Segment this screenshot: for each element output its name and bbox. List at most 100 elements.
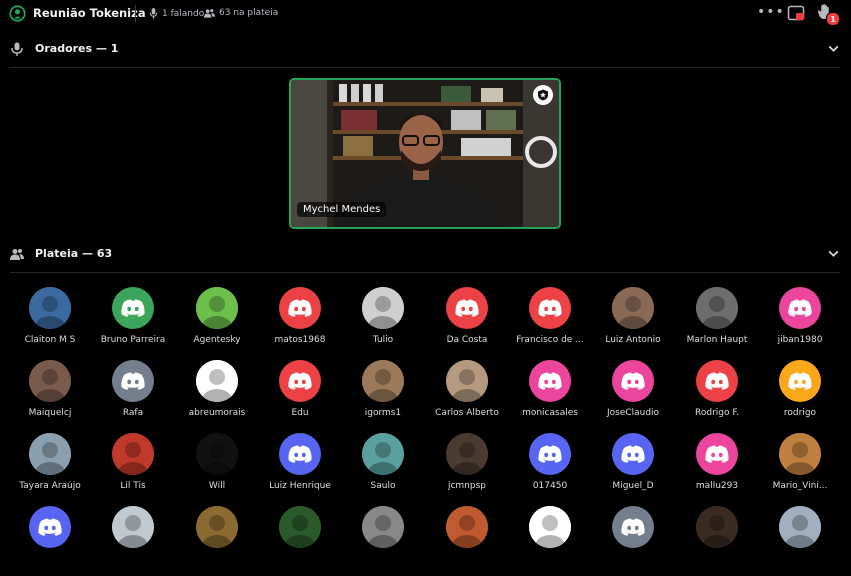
profile-photo <box>612 287 654 329</box>
avatar <box>696 360 738 402</box>
audience-member[interactable]: Marlon Haupt <box>675 287 759 357</box>
audience-member[interactable]: Agentesky <box>175 287 259 357</box>
avatar <box>529 360 571 402</box>
audience-member[interactable]: Rodrigo F. <box>675 360 759 430</box>
audience-section-header[interactable]: Plateia — 63 <box>0 244 851 264</box>
avatar <box>279 506 321 548</box>
discord-logo-icon <box>621 372 645 390</box>
avatar <box>779 360 821 402</box>
audience-member-name: Luiz Antonio <box>605 335 661 345</box>
audience-member[interactable] <box>258 506 342 576</box>
avatar <box>529 287 571 329</box>
profile-photo <box>446 433 488 475</box>
avatar <box>612 360 654 402</box>
audience-member[interactable] <box>91 506 175 576</box>
avatar <box>696 287 738 329</box>
audience-member[interactable]: Maiquelcj <box>8 360 92 430</box>
audience-member[interactable]: mallu293 <box>675 433 759 503</box>
avatar <box>279 433 321 475</box>
audience-member[interactable] <box>758 506 842 576</box>
audience-member[interactable]: Edu <box>258 360 342 430</box>
moderator-badge <box>533 85 553 105</box>
avatar <box>196 506 238 548</box>
audience-member[interactable] <box>508 506 592 576</box>
audience-member[interactable] <box>8 506 92 576</box>
avatar <box>362 287 404 329</box>
audience-member[interactable]: monicasales <box>508 360 592 430</box>
speaker-name-label: Mychel Mendes <box>297 202 387 217</box>
audience-member[interactable]: Tayara Araújo <box>8 433 92 503</box>
audience-member-name: Saulo <box>370 481 396 491</box>
chevron-down-icon[interactable] <box>827 247 840 260</box>
audience-member[interactable]: Luiz Antonio <box>591 287 675 357</box>
audience-count: 63 na plateia <box>204 8 278 18</box>
audience-member[interactable]: 017450 <box>508 433 592 503</box>
speakers-section-header[interactable]: Oradores — 1 <box>0 39 851 59</box>
raised-hands-button[interactable]: 1 <box>817 3 840 26</box>
audience-member[interactable]: igorms1 <box>341 360 425 430</box>
profile-photo <box>779 433 821 475</box>
speaking-count: 1 falando <box>149 8 204 19</box>
audience-member[interactable] <box>675 506 759 576</box>
profile-photo <box>362 287 404 329</box>
audience-member[interactable]: jcmnpsp <box>425 433 509 503</box>
profile-photo <box>446 360 488 402</box>
audience-member[interactable]: Francisco de ... <box>508 287 592 357</box>
avatar <box>196 287 238 329</box>
audience-member[interactable]: JoseClaudio <box>591 360 675 430</box>
audience-member[interactable] <box>175 506 259 576</box>
avatar <box>446 433 488 475</box>
audience-member-name: Tulio <box>372 335 394 345</box>
profile-photo <box>779 506 821 548</box>
audience-member-name: Tayara Araújo <box>19 481 81 491</box>
speaker-video-tile[interactable]: Mychel Mendes <box>289 78 561 229</box>
profile-photo <box>279 506 321 548</box>
chevron-down-icon[interactable] <box>827 42 840 55</box>
stage-channel-icon <box>9 5 26 22</box>
profile-photo <box>362 433 404 475</box>
audience-member[interactable]: Will <box>175 433 259 503</box>
more-options-icon[interactable]: ••• <box>757 4 785 20</box>
profile-photo <box>29 360 71 402</box>
audience-member[interactable]: Luiz Henrique <box>258 433 342 503</box>
audience-member[interactable]: jiban1980 <box>758 287 842 357</box>
audience-member[interactable]: Mario_Vini... <box>758 433 842 503</box>
audience-member[interactable] <box>425 506 509 576</box>
discord-logo-icon <box>288 445 312 463</box>
discord-logo-icon <box>705 445 729 463</box>
discord-logo-icon <box>38 518 62 536</box>
audience-member[interactable]: Saulo <box>341 433 425 503</box>
audience-member[interactable] <box>591 506 675 576</box>
discord-logo-icon <box>288 372 312 390</box>
audience-member[interactable] <box>341 506 425 576</box>
audience-member-name: JoseClaudio <box>606 408 660 418</box>
audience-member[interactable]: Miguel_D <box>591 433 675 503</box>
audience-member[interactable]: rodrigo <box>758 360 842 430</box>
avatar <box>362 433 404 475</box>
people-icon <box>204 9 215 18</box>
avatar <box>196 433 238 475</box>
audience-member[interactable]: Claiton M S <box>8 287 92 357</box>
audience-member[interactable]: Da Costa <box>425 287 509 357</box>
audience-member[interactable]: matos1968 <box>258 287 342 357</box>
section-divider <box>10 67 840 68</box>
audience-member-name: Will <box>208 481 226 491</box>
avatar <box>779 433 821 475</box>
discord-logo-icon <box>538 299 562 317</box>
audience-member-name: Lil Tis <box>120 481 146 491</box>
audience-member[interactable]: Carlos Alberto <box>425 360 509 430</box>
avatar <box>612 506 654 548</box>
audience-member-name: matos1968 <box>274 335 326 345</box>
profile-photo <box>529 506 571 548</box>
avatar <box>612 287 654 329</box>
audience-member[interactable]: Bruno Parreira <box>91 287 175 357</box>
audience-member-name: Edu <box>291 408 309 418</box>
avatar <box>612 433 654 475</box>
discord-logo-icon <box>538 372 562 390</box>
audience-member[interactable]: Rafa <box>91 360 175 430</box>
audience-member[interactable]: Lil Tis <box>91 433 175 503</box>
avatar <box>112 506 154 548</box>
audience-member[interactable]: abreumorais <box>175 360 259 430</box>
audience-member[interactable]: Tulio <box>341 287 425 357</box>
popout-icon[interactable] <box>787 4 805 22</box>
